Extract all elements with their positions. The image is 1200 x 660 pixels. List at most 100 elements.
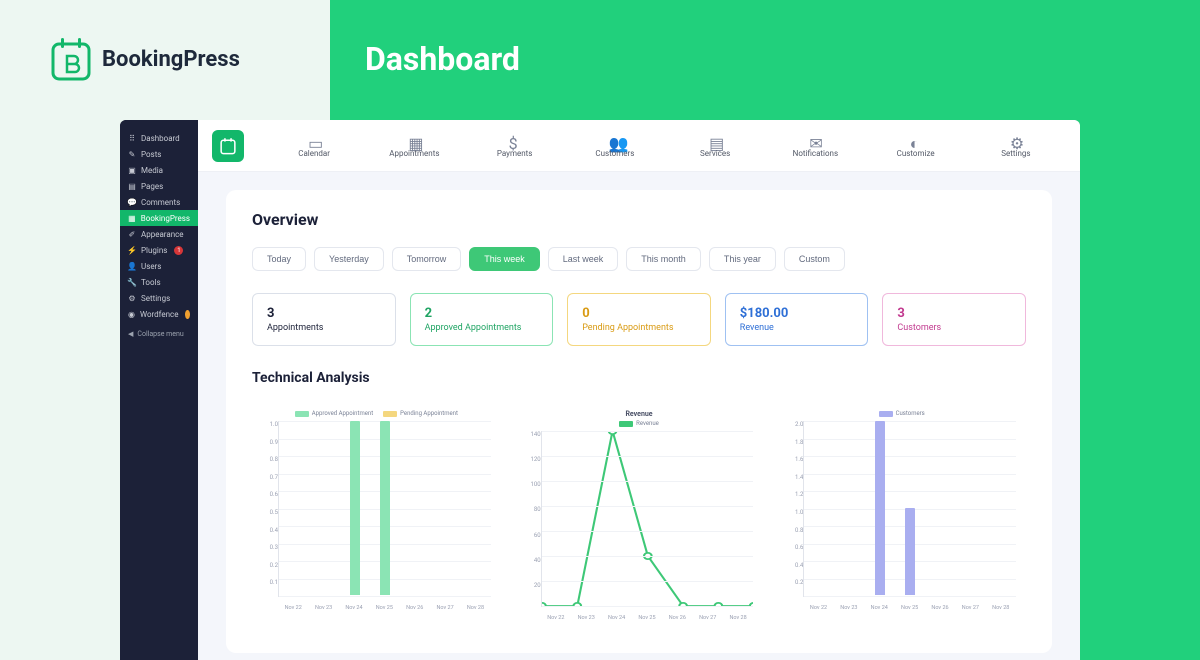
filter-this-week[interactable]: This week	[469, 247, 540, 271]
wrench-icon: 🔧	[128, 278, 136, 286]
nav-label: Payments	[497, 149, 533, 158]
stats-row: 3Appointments 2Approved Appointments 0 Pend…	[252, 293, 1026, 346]
bar	[905, 508, 915, 595]
page-title: Dashboard	[365, 40, 520, 78]
nav-payments[interactable]: $ Payments	[465, 134, 565, 158]
filter-tomorrow[interactable]: Tomorrow	[392, 247, 462, 271]
stat-label: Approved Appointments	[425, 323, 539, 333]
sidebar-item-label: BookingPress	[141, 214, 190, 223]
stat-value: 3	[897, 306, 1011, 321]
nav-label: Appointments	[389, 149, 439, 158]
nav-settings[interactable]: ⚙ Settings	[966, 134, 1066, 158]
filter-last-week[interactable]: Last week	[548, 247, 619, 271]
brush-icon: ✐	[128, 230, 136, 238]
chart-card: RevenueRevenue14012010080604020Nov 22Nov…	[515, 400, 764, 629]
legend-item: Approved Appointment	[295, 410, 373, 417]
filter-today[interactable]: Today	[252, 247, 306, 271]
brand-text: BookingPress	[102, 47, 240, 72]
wp-admin-sidebar: ⠿ Dashboard ✎Posts ▣ Media ▤Pages💬Comments ▦ Bo…	[120, 120, 198, 660]
brand-logo: BookingPress	[50, 36, 240, 82]
stat-pending-appointments: 0 Pending Appointments	[567, 293, 711, 346]
sidebar-item-settings[interactable]: ⚙ Settings	[120, 290, 198, 306]
date-filters: Today Yesterday Tomorrow This week Last week…	[252, 247, 1026, 271]
x-axis: Nov 22Nov 23Nov 24Nov 25Nov 26Nov 27Nov …	[803, 605, 1016, 611]
nav-label: Calendar	[298, 149, 330, 158]
filter-this-year[interactable]: This year	[709, 247, 776, 271]
media-icon: ▣	[128, 166, 136, 174]
sidebar-item-dashboard[interactable]: ⠿ Dashboard	[120, 130, 198, 146]
stat-label: Customers	[897, 323, 1011, 333]
notifications-icon: ✉	[809, 134, 821, 146]
stat-value: 0	[582, 306, 696, 321]
nav-label: Customize	[897, 149, 935, 158]
x-axis: Nov 22Nov 23Nov 24Nov 25Nov 26Nov 27Nov …	[278, 605, 491, 611]
sidebar-item-label: Users	[141, 262, 161, 271]
calendar-icon: ▭	[308, 134, 320, 146]
legend-item: Revenue	[619, 420, 659, 427]
sidebar-item-bookingpress[interactable]: ▦ BookingPress	[120, 210, 198, 226]
sidebar-item-media[interactable]: ▣ Media	[120, 162, 198, 178]
sidebar-item-posts[interactable]: ✎Posts	[120, 146, 198, 162]
stat-value: $180.00	[740, 306, 854, 321]
filter-custom[interactable]: Custom	[784, 247, 845, 271]
app-logo[interactable]	[212, 130, 244, 162]
charts-row: Approved Appointment Pending Appointment 1…	[252, 400, 1026, 629]
collapse-menu[interactable]: ◀ Collapse menu	[120, 326, 198, 341]
shield-icon: ◉	[128, 310, 135, 318]
payments-icon: $	[509, 134, 521, 146]
sidebar-item-label: Settings	[141, 294, 170, 303]
sidebar-item-label: Appearance	[141, 230, 184, 239]
chart-card: Customers2.01.81.61.41.21.00.80.60.40.2N…	[777, 400, 1026, 629]
nav-label: Settings	[1001, 149, 1030, 158]
sidebar-item-label: Wordfence	[140, 310, 178, 319]
nav-appointments[interactable]: ▦Appointments	[364, 134, 464, 158]
filter-yesterday[interactable]: Yesterday	[314, 247, 384, 271]
nav-label: Customers	[595, 149, 634, 158]
chart-legend: Approved Appointment Pending Appointment	[262, 410, 491, 417]
y-axis: 1.00.90.80.70.60.50.40.30.20.1	[262, 421, 278, 611]
dashboard-icon: ⠿	[128, 134, 136, 142]
nav-customers[interactable]: 👥Customers	[565, 134, 665, 158]
gear-icon: ⚙	[128, 294, 136, 302]
sidebar-item-wordfence[interactable]: ◉ Wordfence	[120, 306, 198, 322]
stat-approved-appointments: 2Approved Appointments	[410, 293, 554, 346]
filter-this-month[interactable]: This month	[626, 247, 701, 271]
legend-item: Pending Appointment	[383, 410, 458, 417]
sidebar-item-tools[interactable]: 🔧 Tools	[120, 274, 198, 290]
app-top-nav: ▭ Calendar ▦Appointments $ Payments 👥Customer…	[198, 120, 1080, 172]
settings-icon: ⚙	[1010, 134, 1022, 146]
nav-calendar[interactable]: ▭ Calendar	[264, 134, 364, 158]
sidebar-item-appearance[interactable]: ✐ Appearance	[120, 226, 198, 242]
nav-customize[interactable]: ◐Customize	[866, 134, 966, 158]
app-window: ⠿Dashboard✎Posts▣Media▤Pages💬Comments▦Bo…	[120, 120, 1080, 660]
nav-services[interactable]: ▤Services	[665, 134, 765, 158]
stat-label: Pending Appointments	[582, 323, 696, 333]
stat-customers: 3 Customers	[882, 293, 1026, 346]
legend-item: Customers	[879, 410, 925, 417]
stat-appointments: 3Appointments	[252, 293, 396, 346]
technical-analysis-title: Technical Analysis	[252, 370, 1026, 386]
chart-card: Approved Appointment Pending Appointment 1…	[252, 400, 501, 629]
stat-revenue: $180.00 Revenue	[725, 293, 869, 346]
sidebar-item-label: Dashboard	[141, 134, 180, 143]
collapse-label: Collapse menu	[137, 330, 183, 338]
overview-title: Overview	[252, 210, 1026, 229]
comment-icon: 💬	[128, 198, 136, 206]
sidebar-item-label: Tools	[141, 278, 161, 287]
sidebar-item-pages[interactable]: ▤Pages	[120, 178, 198, 194]
plug-icon: ⚡	[128, 246, 136, 254]
bar	[875, 421, 885, 595]
sidebar-item-plugins[interactable]: ⚡Plugins1	[120, 242, 198, 258]
chart-title: Revenue	[525, 410, 754, 418]
nav-notifications[interactable]: ✉Notifications	[765, 134, 865, 158]
stat-label: Revenue	[740, 323, 854, 333]
sidebar-item-label: Media	[141, 166, 163, 175]
plot-area	[803, 421, 1016, 597]
sidebar-item-label: Pages	[141, 182, 163, 191]
services-icon: ▤	[709, 134, 721, 146]
chart-legend: Revenue	[525, 420, 754, 427]
sidebar-item-users[interactable]: 👤Users	[120, 258, 198, 274]
bar	[350, 421, 360, 595]
bp-icon: ▦	[128, 214, 136, 222]
sidebar-item-comments[interactable]: 💬Comments	[120, 194, 198, 210]
